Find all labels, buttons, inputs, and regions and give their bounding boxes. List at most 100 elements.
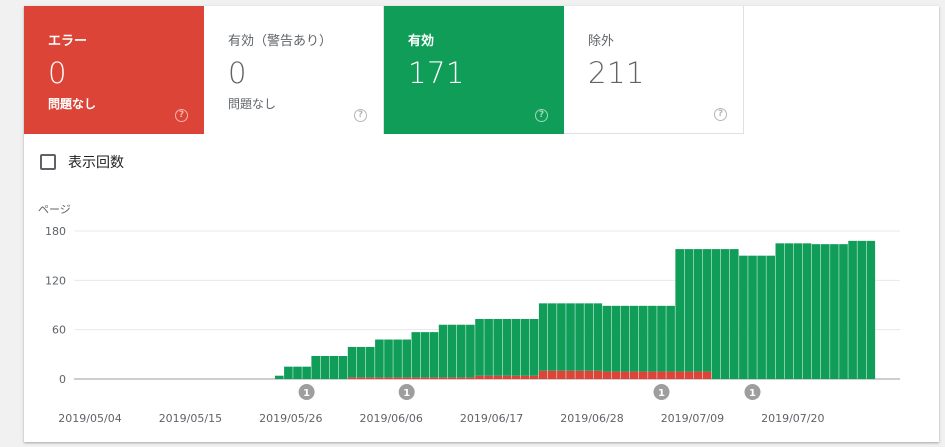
bar-valid <box>575 303 584 371</box>
bar-valid <box>511 318 521 376</box>
bar-valid <box>793 243 803 379</box>
bar-error <box>356 377 366 379</box>
bar-valid <box>520 318 530 376</box>
impressions-toggle[interactable]: 表示回数 <box>40 152 124 172</box>
bar-error <box>557 370 566 379</box>
valid-tile-label: 有効 <box>408 34 435 49</box>
excluded-tile[interactable]: 除外 211 ? <box>564 6 744 134</box>
bar-valid <box>739 255 748 379</box>
warn-tile-count: 0 <box>228 56 247 90</box>
bar-valid <box>466 324 475 378</box>
index-coverage-card: エラー 0 問題なし ? 有効（警告あり） 0 問題なし ? 有効 171 ? … <box>24 6 939 442</box>
impressions-label: 表示回数 <box>68 155 124 171</box>
warn-tile-label: 有効（警告あり） <box>228 34 333 49</box>
valid-tile-count: 171 <box>408 56 465 90</box>
bar-error <box>457 377 466 379</box>
bar-error <box>666 371 675 379</box>
help-icon[interactable]: ? <box>354 109 367 122</box>
x-tick-label: 2019/07/20 <box>761 412 824 425</box>
bar-valid <box>429 332 439 378</box>
bar-error <box>502 375 512 379</box>
bar-valid <box>557 303 566 371</box>
bar-error <box>702 371 712 379</box>
bar-error <box>366 377 375 379</box>
bar-valid <box>293 366 302 379</box>
valid-tile[interactable]: 有効 171 ? <box>384 6 564 134</box>
help-icon[interactable]: ? <box>175 109 188 122</box>
bar-error <box>639 371 648 379</box>
x-tick-label: 2019/06/06 <box>359 412 422 425</box>
bar-valid <box>611 305 621 372</box>
bar-error <box>675 371 684 379</box>
annotation-label: 1 <box>303 388 310 399</box>
bar-valid <box>730 249 739 379</box>
bar-error <box>484 375 493 379</box>
bar-valid <box>275 375 284 379</box>
bar-valid <box>347 346 357 378</box>
bar-valid <box>457 324 466 378</box>
x-tick-label: 2019/06/17 <box>460 412 523 425</box>
bar-valid <box>548 303 557 371</box>
bar-valid <box>411 332 421 378</box>
bar-valid <box>648 305 657 372</box>
bar-valid <box>830 244 839 379</box>
bar-valid <box>393 339 402 378</box>
bar-error <box>393 377 402 379</box>
bar-valid <box>302 366 311 379</box>
bar-valid <box>802 243 812 379</box>
bar-error <box>411 377 421 379</box>
bar-valid <box>757 255 766 379</box>
bar-error <box>384 377 393 379</box>
bar-valid <box>320 355 330 379</box>
annotation-label: 1 <box>749 388 756 399</box>
x-tick-label: 2019/05/15 <box>159 412 222 425</box>
bar-valid <box>311 355 320 379</box>
bar-valid <box>602 305 612 372</box>
bar-error <box>593 370 603 379</box>
bar-error <box>475 375 484 379</box>
y-axis-label: ページ <box>38 203 71 216</box>
bar-error <box>602 371 612 379</box>
bar-valid <box>629 305 639 372</box>
bar-valid <box>620 305 630 372</box>
bar-error <box>620 371 630 379</box>
bar-valid <box>639 305 648 372</box>
bar-error <box>548 370 557 379</box>
valid-with-warnings-tile[interactable]: 有効（警告あり） 0 問題なし ? <box>204 6 384 134</box>
bar-error <box>629 371 639 379</box>
y-tick-label: 60 <box>52 324 66 337</box>
bar-valid <box>666 305 675 372</box>
error-tile-count: 0 <box>48 56 67 90</box>
bar-valid <box>438 324 448 378</box>
bar-error <box>657 371 666 379</box>
help-icon[interactable]: ? <box>535 109 548 122</box>
x-tick-label: 2019/05/04 <box>58 412 121 425</box>
bar-error <box>693 371 703 379</box>
bar-error <box>566 370 575 379</box>
bar-valid <box>748 255 757 379</box>
bar-valid <box>566 303 575 371</box>
bar-error <box>420 377 430 379</box>
bar-valid <box>593 303 603 371</box>
help-icon[interactable]: ? <box>714 108 727 121</box>
bar-valid <box>338 355 348 379</box>
warn-tile-sub: 問題なし <box>228 97 277 111</box>
bar-valid <box>538 303 548 371</box>
bar-valid <box>675 249 684 372</box>
bar-valid <box>693 249 703 372</box>
bar-error <box>575 370 584 379</box>
bar-error <box>648 371 657 379</box>
y-tick-label: 180 <box>45 225 66 238</box>
bar-error <box>375 377 384 379</box>
bar-valid <box>284 366 293 379</box>
excluded-tile-count: 211 <box>588 56 645 90</box>
y-tick-label: 120 <box>45 274 66 287</box>
x-tick-label: 2019/07/09 <box>661 412 724 425</box>
error-tile[interactable]: エラー 0 問題なし ? <box>24 6 204 134</box>
bar-valid <box>657 305 666 372</box>
bar-error <box>529 375 539 379</box>
bar-valid <box>447 324 457 378</box>
impressions-checkbox[interactable] <box>40 154 56 170</box>
bar-valid <box>766 255 775 379</box>
bar-valid <box>420 332 430 378</box>
